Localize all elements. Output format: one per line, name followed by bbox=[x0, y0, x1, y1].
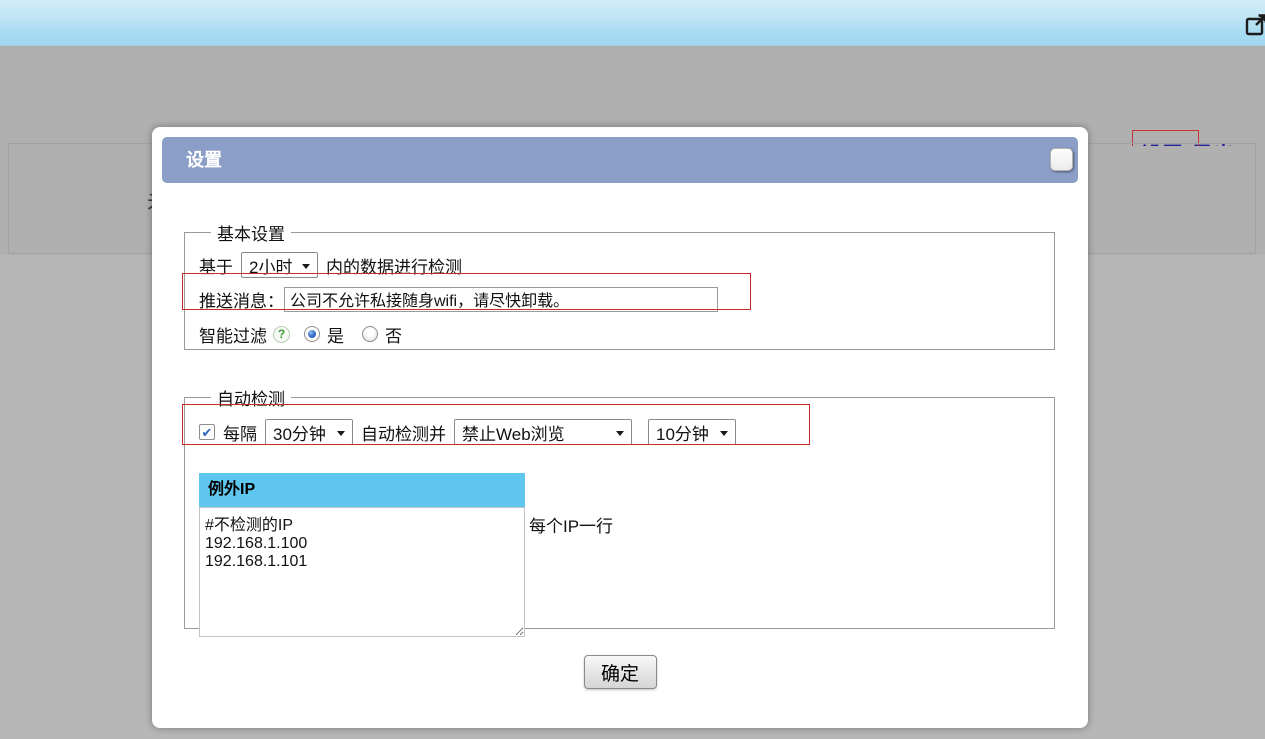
duration-select-value: 10分钟 bbox=[656, 420, 709, 445]
auto-detect-checkbox[interactable]: ✔ bbox=[199, 424, 215, 440]
auto-detect-row: ✔ 每隔 30分钟 自动检测并 禁止Web浏览 10分钟 bbox=[199, 414, 1054, 450]
exception-ip-row: #不检测的IP 192.168.1.100 192.168.1.101 每个IP… bbox=[199, 507, 1054, 637]
smart-filter-no-radio[interactable] bbox=[362, 326, 378, 342]
exception-ip-textarea[interactable]: #不检测的IP 192.168.1.100 192.168.1.101 bbox=[199, 507, 525, 637]
per-line-hint: 每个IP一行 bbox=[529, 507, 613, 537]
duration-select[interactable]: 10分钟 bbox=[648, 419, 736, 445]
based-on-label: 基于 bbox=[199, 253, 233, 278]
interval-select-value: 30分钟 bbox=[273, 420, 326, 445]
smart-filter-label: 智能过滤 bbox=[199, 322, 267, 347]
push-message-input[interactable] bbox=[284, 287, 718, 312]
auto-detect-legend: 自动检测 bbox=[211, 385, 291, 410]
smart-filter-yes-label: 是 bbox=[327, 322, 344, 347]
dialog-footer: 确定 bbox=[152, 655, 1088, 689]
exception-ip-header: 例外IP bbox=[199, 473, 525, 507]
smart-filter-no-label: 否 bbox=[385, 322, 402, 347]
smart-filter-row: 智能过滤 ? 是 否 bbox=[199, 317, 1054, 351]
help-icon[interactable]: ? bbox=[273, 326, 290, 343]
auto-detect-fieldset: 自动检测 ✔ 每隔 30分钟 自动检测并 禁止Web浏览 10分钟 例外IP #… bbox=[184, 385, 1055, 629]
period-select-value: 2小时 bbox=[249, 253, 292, 278]
open-in-new-window-icon[interactable] bbox=[1245, 13, 1265, 37]
push-message-label: 推送消息： bbox=[199, 287, 284, 312]
action-select-value: 禁止Web浏览 bbox=[462, 420, 565, 445]
smart-filter-yes-radio[interactable] bbox=[304, 326, 320, 342]
settings-dialog: 设置 基本设置 基于 2小时 内的数据进行检测 推送消息： 智能过滤 ? 是 否… bbox=[152, 127, 1088, 728]
every-label: 每隔 bbox=[223, 420, 257, 445]
based-on-suffix-label: 内的数据进行检测 bbox=[326, 253, 462, 278]
auto-detect-and-label: 自动检测并 bbox=[361, 420, 446, 445]
period-select[interactable]: 2小时 bbox=[241, 252, 318, 278]
basic-settings-legend: 基本设置 bbox=[211, 220, 291, 245]
basic-settings-fieldset: 基本设置 基于 2小时 内的数据进行检测 推送消息： 智能过滤 ? 是 否 bbox=[184, 220, 1055, 350]
top-bar bbox=[0, 0, 1265, 46]
interval-select[interactable]: 30分钟 bbox=[265, 419, 353, 445]
close-icon[interactable] bbox=[1050, 148, 1073, 171]
dialog-titlebar[interactable]: 设置 bbox=[162, 137, 1078, 183]
dialog-title: 设置 bbox=[186, 150, 222, 170]
push-message-row: 推送消息： bbox=[199, 281, 1054, 317]
action-select[interactable]: 禁止Web浏览 bbox=[454, 419, 632, 445]
ok-button[interactable]: 确定 bbox=[584, 655, 657, 689]
detection-period-row: 基于 2小时 内的数据进行检测 bbox=[199, 249, 1054, 281]
